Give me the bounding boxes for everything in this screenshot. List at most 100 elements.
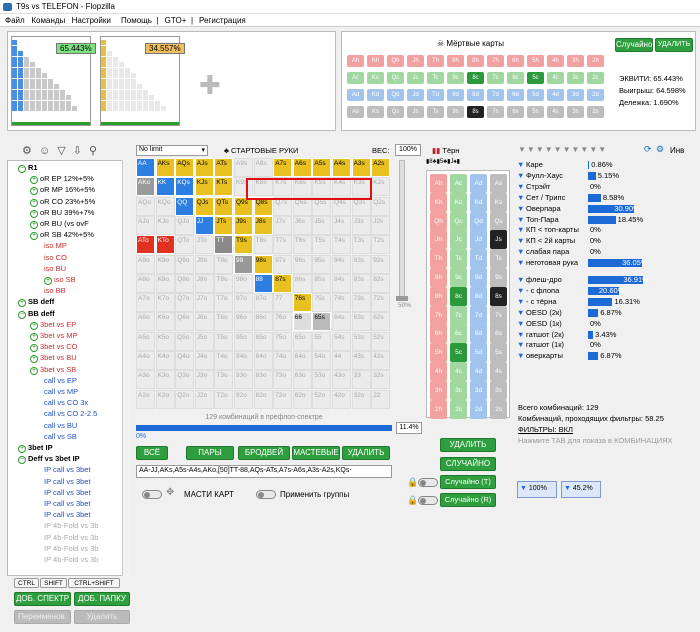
hand-cell[interactable]: 53o — [312, 370, 332, 390]
hand-cell[interactable]: KTo — [155, 235, 175, 255]
hand-cell[interactable]: T6s — [292, 235, 312, 255]
dead-card-Kd[interactable]: Kd — [367, 89, 384, 101]
hand-cell[interactable]: 87o — [253, 293, 273, 313]
hand-cell[interactable]: AQo — [136, 196, 155, 216]
turn-card-Ts[interactable]: Ts — [490, 249, 507, 269]
range-text-input[interactable]: AA-JJ,AKs,A5s-A4s,AKo,[50]TT-88,AQs-ATs,… — [136, 465, 392, 478]
tree-node[interactable]: + oR SB 42%+5% — [30, 230, 94, 241]
hand-cell[interactable]: 97o — [234, 293, 253, 313]
tree-node[interactable]: iso BU — [44, 264, 66, 273]
stat-funnel-icon[interactable]: ▼ — [517, 225, 524, 234]
hand-cell[interactable]: JTs — [214, 215, 234, 235]
turn-card-2d[interactable]: 2d — [470, 399, 487, 419]
hand-cell[interactable]: 97s — [273, 254, 293, 274]
dead-card-3c[interactable]: 3c — [567, 72, 584, 84]
dead-card-Qc[interactable]: Qc — [387, 72, 404, 84]
hand-cell[interactable]: 94o — [234, 351, 253, 370]
hand-cell[interactable]: J4s — [332, 215, 351, 235]
dead-card-3d[interactable]: 3d — [567, 89, 584, 101]
turn-card-4d[interactable]: 4d — [470, 362, 487, 381]
hand-cell[interactable]: AA — [136, 158, 155, 177]
dead-card-6d[interactable]: 6d — [507, 89, 524, 101]
dead-card-3s[interactable]: 3s — [567, 106, 584, 118]
hand-cell[interactable]: 64s — [332, 312, 351, 332]
turn-card-7c[interactable]: 7c — [450, 305, 467, 325]
hand-cell[interactable]: Q4o — [175, 351, 195, 370]
stat-funnel-icon[interactable]: ▼ — [517, 171, 524, 180]
turn-card-9c[interactable]: 9c — [450, 268, 467, 287]
tree-node[interactable]: IP call vs 3bet — [44, 510, 91, 519]
collapse-icon[interactable]: − — [18, 310, 26, 319]
dead-card-4s[interactable]: 4s — [547, 106, 564, 118]
filter-toggle-2[interactable]: ▼ 45.2% — [561, 481, 601, 498]
hand-cell[interactable]: 73s — [351, 293, 371, 313]
menu-item[interactable]: Файл — [5, 16, 25, 25]
filter-icons-row[interactable]: ▼▼▼▼▼▼▼▼▼▼ — [518, 145, 607, 154]
turn-card-Jh[interactable]: Jh — [430, 230, 447, 250]
random-dead-button[interactable]: Случайно — [615, 38, 653, 52]
turn-card-9h[interactable]: 9h — [430, 268, 447, 287]
hand-cell[interactable]: A2s — [371, 158, 391, 177]
hand-cell[interactable]: TT — [214, 235, 234, 255]
expand-icon[interactable]: + — [18, 445, 26, 453]
dead-card-5h[interactable]: 5h — [527, 55, 544, 67]
groups-toggle[interactable] — [256, 490, 276, 499]
turn-card-Kh[interactable]: Kh — [430, 192, 447, 212]
add-spectrum-button[interactable]: ДОБ. СПЕКТР — [14, 592, 71, 606]
range-thumbnail-1[interactable]: 65.443% — [11, 36, 96, 126]
tree-node[interactable]: + oR CO 23%+5% — [30, 197, 95, 207]
hand-cell[interactable]: AJs — [194, 158, 214, 177]
turn-card-4h[interactable]: 4h — [430, 362, 447, 381]
hand-cell[interactable]: T3o — [214, 370, 234, 390]
hand-cell[interactable]: T8s — [253, 235, 273, 255]
hand-cell[interactable]: 77 — [273, 293, 293, 313]
hand-cell[interactable]: 32s — [371, 370, 391, 390]
tree-node[interactable]: call vs MP — [44, 387, 78, 396]
hand-cell[interactable]: A6s — [292, 158, 312, 177]
hand-cell[interactable]: J2s — [371, 215, 391, 235]
hand-cell[interactable]: 84o — [253, 351, 273, 370]
hand-cell[interactable]: Q2s — [371, 196, 391, 216]
hand-cell[interactable]: 86o — [253, 312, 273, 332]
hand-cell[interactable]: K8o — [155, 273, 175, 293]
menu-item[interactable]: Настройки — [72, 16, 111, 25]
tree-node[interactable]: iso CO — [44, 253, 67, 262]
turn-card-2c[interactable]: 2c — [450, 399, 467, 419]
gear-icon[interactable]: ⚙ — [656, 144, 664, 155]
hand-cell[interactable]: 85s — [312, 273, 332, 293]
hand-cell[interactable]: T9s — [234, 235, 253, 255]
hand-cell[interactable]: A8o — [136, 273, 155, 293]
dead-card-Th[interactable]: Th — [427, 55, 444, 67]
dead-card-Ah[interactable]: Ah — [347, 55, 364, 67]
dead-card-5d[interactable]: 5d — [527, 89, 544, 101]
tree-node[interactable]: +3bet vs BU — [30, 353, 77, 364]
hand-cell[interactable]: 33 — [351, 370, 371, 390]
tree-node[interactable]: iso BB — [44, 286, 66, 295]
hand-cell[interactable]: 32o — [351, 389, 371, 409]
hand-cell[interactable]: AKo — [136, 177, 155, 197]
hand-cell[interactable]: 54s — [332, 331, 351, 351]
expand-icon[interactable]: + — [30, 187, 38, 196]
stat-funnel-icon[interactable]: ▼ — [517, 340, 524, 349]
tree-node[interactable]: IP 4b-Fold vs 3b — [44, 521, 98, 530]
stat-funnel-icon[interactable]: ▼ — [517, 351, 524, 360]
hand-cell[interactable]: 22 — [371, 389, 391, 409]
turn-card-6d[interactable]: 6d — [470, 324, 487, 344]
expand-icon[interactable]: + — [30, 333, 38, 341]
hand-cell[interactable]: T9o — [214, 254, 234, 274]
rename-button[interactable]: Переименов. — [14, 610, 71, 624]
dead-card-7s[interactable]: 7s — [487, 106, 504, 118]
dead-card-4c[interactable]: 4c — [547, 72, 564, 84]
tree-node[interactable]: call vs EP — [44, 376, 77, 385]
dead-card-6c[interactable]: 6c — [507, 72, 524, 84]
expand-icon[interactable]: + — [30, 355, 38, 364]
dead-card-Qs[interactable]: Qs — [387, 106, 404, 118]
hand-cell[interactable]: AKs — [155, 158, 175, 177]
turn-card-Td[interactable]: Td — [470, 249, 487, 269]
turn-card-6h[interactable]: 6h — [430, 324, 447, 344]
dead-card-5c[interactable]: 5c — [527, 72, 544, 84]
hand-cell[interactable]: 62o — [292, 389, 312, 409]
turn-card-5h[interactable]: 5h — [430, 343, 447, 363]
hand-cell[interactable]: AQs — [175, 158, 195, 177]
search-icon[interactable]: ⚲ — [89, 145, 97, 157]
